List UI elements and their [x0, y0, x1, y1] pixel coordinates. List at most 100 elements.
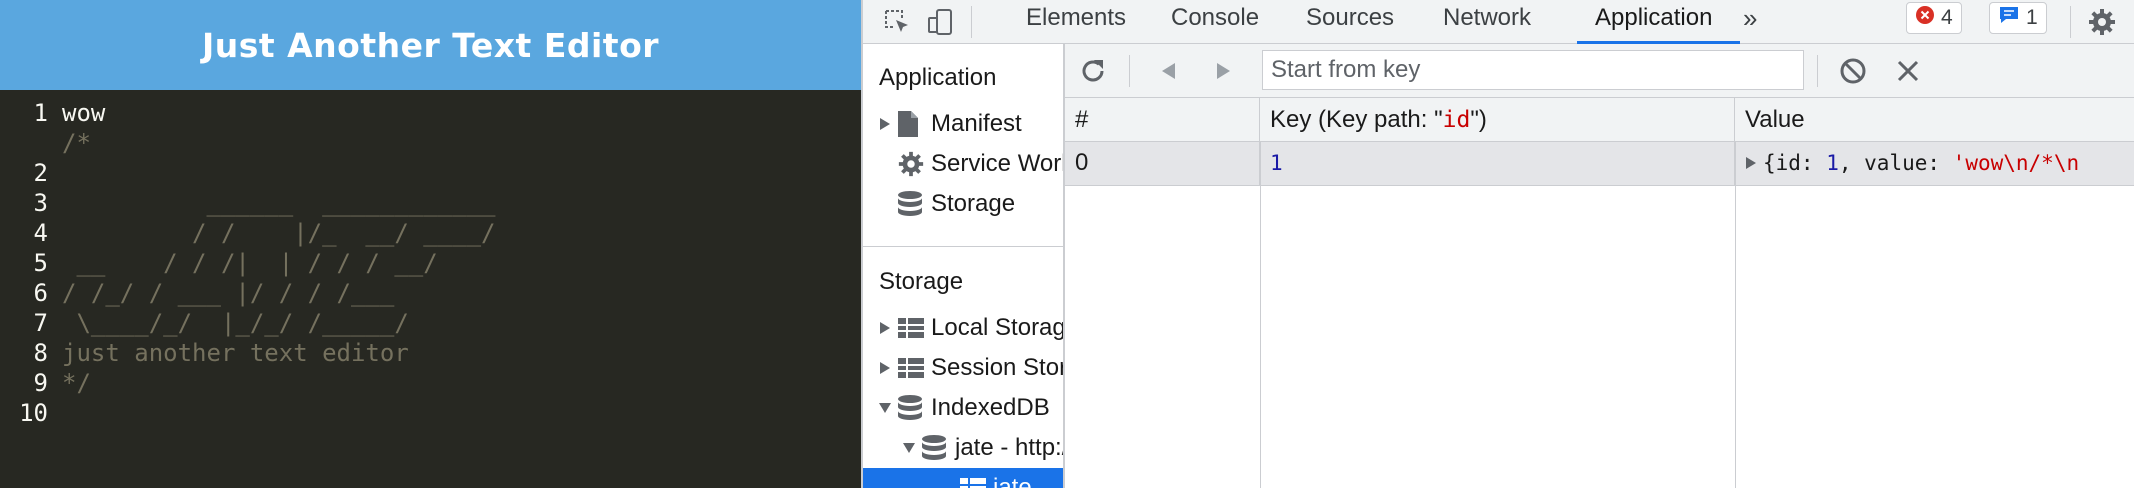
sidebar-item-label: Service Workers: [931, 150, 1063, 177]
next-page-icon[interactable]: [1205, 53, 1241, 89]
column-header-key[interactable]: Key (Key path: "id"): [1260, 98, 1735, 142]
tab-bar-divider: [971, 6, 972, 38]
sidebar-item-manifest[interactable]: Manifest: [873, 104, 1022, 144]
cell-index: 0: [1065, 142, 1260, 186]
table-grid-icon: [897, 313, 931, 343]
expand-arrow-icon[interactable]: [873, 321, 897, 335]
value-key-label: , value:: [1838, 151, 1953, 175]
database-icon: [921, 433, 955, 463]
sidebar-item-indexeddb[interactable]: IndexedDB: [873, 388, 1050, 428]
sidebar-item-label: Local Storage: [931, 314, 1065, 341]
device-toolbar-icon[interactable]: [923, 4, 959, 40]
table-grid-icon: [897, 353, 931, 383]
tab-application[interactable]: Application: [1577, 0, 1740, 44]
code-line[interactable]: 5 __ / / /| | / / / __/: [0, 248, 861, 278]
value-object-open: {id:: [1763, 151, 1827, 175]
toolbar-divider: [1817, 55, 1818, 87]
code-line[interactable]: 2: [0, 158, 861, 188]
editor-pane: Just Another Text Editor 1 wow/* 2 3 ______…: [0, 0, 861, 488]
column-divider: [1260, 142, 1261, 488]
code-line[interactable]: 6 / /_/ / ___ |/ / / /___: [0, 278, 861, 308]
line-text: ______ ____________: [62, 189, 496, 217]
line-number: 6: [33, 279, 48, 307]
code-line[interactable]: 7 \____/_/ |_/_/ /_____/: [0, 308, 861, 338]
error-count: 4: [1941, 6, 1953, 29]
cell-key: 1: [1260, 142, 1735, 186]
expand-arrow-icon[interactable]: [873, 117, 897, 131]
line-number: 1: [33, 99, 48, 127]
editor-title: Just Another Text Editor: [201, 25, 660, 65]
code-line[interactable]: 10: [0, 398, 861, 428]
code-line[interactable]: /*: [0, 128, 861, 158]
code-editor[interactable]: 1 wow/* 2 3 ______ ____________ 4 / / |/_ __…: [0, 98, 861, 488]
sidebar-item-label: Manifest: [931, 110, 1022, 137]
cell-value[interactable]: {id: 1, value: 'wow\n/*\n: [1735, 142, 2134, 186]
previous-page-icon[interactable]: [1151, 53, 1187, 89]
sidebar-item-local-storage[interactable]: Local Storage: [873, 308, 1065, 348]
sidebar-divider: [863, 246, 1063, 247]
tab-network[interactable]: Network: [1439, 0, 1535, 44]
collapse-arrow-icon[interactable]: [873, 402, 897, 414]
sidebar-item-jate-store[interactable]: jate: [863, 468, 1063, 488]
line-text: / /_/ / ___ |/ / / /___: [62, 279, 395, 307]
start-from-key-input[interactable]: [1262, 50, 1804, 90]
line-text: \____/_/ |_/_/ /_____/: [62, 309, 409, 337]
sidebar-item-label: jate: [993, 474, 1032, 488]
sidebar-item-label: jate - http://localhost:3000: [955, 434, 1063, 461]
gear-icon[interactable]: [2084, 4, 2120, 40]
refresh-icon[interactable]: [1075, 53, 1111, 89]
sidebar-item-label: Storage: [931, 190, 1016, 217]
line-number: 4: [33, 219, 48, 247]
code-line[interactable]: 3 ______ ____________: [0, 188, 861, 218]
line-text: */: [62, 369, 91, 397]
sidebar-item-session-storage[interactable]: Session Storage: [873, 348, 1063, 388]
tab-sources[interactable]: Sources: [1302, 0, 1398, 44]
value-string: 'wow\n/*\n: [1952, 151, 2080, 175]
sidebar-item-service-workers[interactable]: Service Workers: [897, 144, 1063, 184]
editor-header: Just Another Text Editor: [0, 0, 861, 90]
line-number: 10: [19, 399, 48, 427]
expand-arrow-icon[interactable]: [1745, 142, 1763, 184]
key-header-prefix: Key (Key path: ": [1270, 106, 1443, 133]
line-number: 2: [33, 159, 48, 187]
clear-store-icon[interactable]: [1835, 53, 1871, 89]
line-text: wow: [62, 99, 106, 127]
tab-bar-divider: [2070, 6, 2071, 38]
error-icon: [1915, 5, 1935, 31]
message-count: 1: [2026, 6, 2038, 29]
devtools-panel: Elements Console Sources Network Applica…: [861, 0, 2134, 488]
key-path-name: id: [1442, 107, 1471, 133]
code-line[interactable]: 9 */: [0, 368, 861, 398]
tab-elements[interactable]: Elements: [1022, 0, 1130, 44]
code-line[interactable]: 1 wow: [0, 98, 861, 128]
sidebar-item-storage[interactable]: Storage: [897, 184, 1015, 224]
column-divider: [1735, 142, 1736, 488]
column-header-index[interactable]: #: [1065, 98, 1260, 142]
value-id-number: 1: [1826, 151, 1839, 175]
column-header-value[interactable]: Value: [1735, 98, 2134, 142]
sidebar-item-jate-database[interactable]: jate - http://localhost:3000: [897, 428, 1063, 468]
key-header-suffix: "): [1470, 106, 1487, 133]
line-number: 9: [33, 369, 48, 397]
line-text: __ / / /| | / / / __/: [62, 249, 438, 277]
database-icon: [897, 189, 931, 219]
code-line[interactable]: 8 just another text editor: [0, 338, 861, 368]
collapse-arrow-icon[interactable]: [897, 442, 921, 454]
line-text: / / |/_ __/ ____/: [62, 219, 496, 247]
sidebar-heading-application: Application: [879, 64, 997, 91]
more-tabs-button[interactable]: »: [1739, 0, 1761, 44]
expand-arrow-icon[interactable]: [873, 361, 897, 375]
error-count-badge[interactable]: 4: [1906, 2, 1962, 34]
delete-selected-icon[interactable]: [1890, 53, 1926, 89]
line-number: 5: [33, 249, 48, 277]
devtools-tab-bar: Elements Console Sources Network Applica…: [863, 0, 2134, 44]
toolbar-divider: [1129, 55, 1130, 87]
application-sidebar: Application Manifest Service Workers Sto…: [863, 44, 1065, 488]
table-grid-icon: [959, 473, 993, 488]
line-number: 7: [33, 309, 48, 337]
message-count-badge[interactable]: 1: [1989, 2, 2047, 34]
inspect-element-icon[interactable]: [879, 4, 915, 40]
tab-console[interactable]: Console: [1167, 0, 1263, 44]
indexeddb-data-view: # Key (Key path: "id") Value 0 1 {id: 1,…: [1065, 44, 2134, 488]
code-line[interactable]: 4 / / |/_ __/ ____/: [0, 218, 861, 248]
